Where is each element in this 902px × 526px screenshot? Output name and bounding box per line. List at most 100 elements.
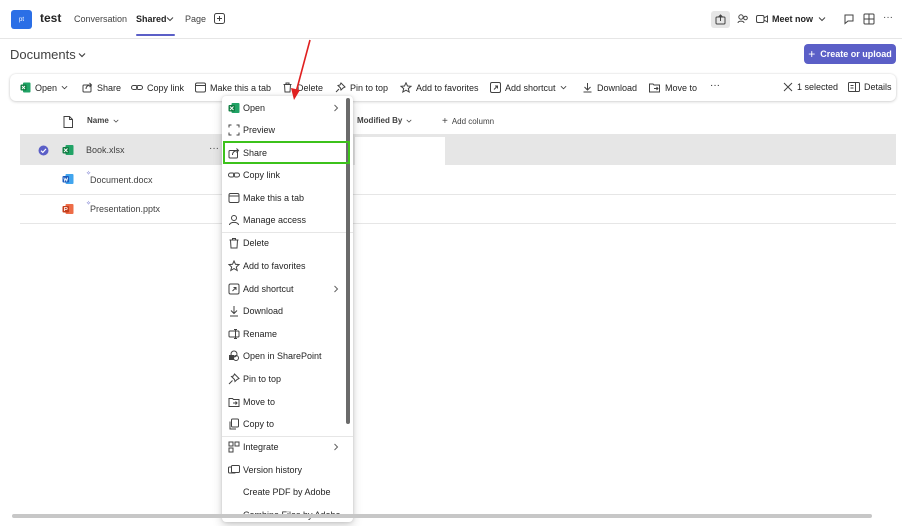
menu-item-delete[interactable]: Delete xyxy=(222,233,353,253)
details-label: Details xyxy=(864,82,892,92)
make-tab-label: Make this a tab xyxy=(210,82,272,93)
pin-to-top-button[interactable]: Pin to top xyxy=(335,82,388,93)
menu-item-open-in-sharepoint[interactable]: Open in SharePoint xyxy=(222,346,353,366)
create-or-upload-button[interactable]: + Create or upload xyxy=(804,44,896,64)
menu-item-label: Create PDF by Adobe xyxy=(243,487,331,497)
annotation-arrow xyxy=(286,38,316,104)
tab-page[interactable]: Page xyxy=(185,14,206,24)
link-icon xyxy=(131,82,143,93)
menu-item-label: Copy link xyxy=(243,170,281,180)
tab-shared[interactable]: Shared xyxy=(136,14,167,24)
share-screen-icon[interactable] xyxy=(711,11,730,28)
file-name[interactable]: Document.docx xyxy=(90,175,153,185)
menu-item-label: Open in SharePoint xyxy=(243,351,322,361)
open-button[interactable]: Open xyxy=(20,82,68,93)
file-type-icon[interactable] xyxy=(63,116,73,128)
menu-item-add-to-favorites[interactable]: Add to favorites xyxy=(222,256,353,276)
menu-item-label: Make this a tab xyxy=(243,193,305,203)
menu-item-pin-to-top[interactable]: Pin to top xyxy=(222,369,353,389)
details-icon xyxy=(848,82,860,92)
move-to-label: Move to xyxy=(665,82,698,93)
menu-item-label: Preview xyxy=(243,125,276,135)
copy-link-button[interactable]: Copy link xyxy=(131,82,184,93)
clear-selection-button[interactable]: 1 selected xyxy=(783,82,838,92)
more-actions-button[interactable]: ··· xyxy=(710,80,720,91)
row-more-icon[interactable]: ··· xyxy=(209,143,219,154)
shortcut-icon xyxy=(228,283,240,295)
column-header-modified-by[interactable]: Modified By xyxy=(357,116,412,125)
chat-icon[interactable] xyxy=(843,13,855,25)
move-icon xyxy=(228,396,240,408)
make-tab-button[interactable]: Make this a tab xyxy=(195,82,271,93)
header-divider xyxy=(20,134,896,135)
rename-icon xyxy=(228,328,240,340)
details-button[interactable]: Details xyxy=(848,82,892,92)
excel-icon xyxy=(20,82,31,93)
share-highlight-box xyxy=(223,141,350,164)
menu-item-add-shortcut[interactable]: Add shortcut xyxy=(222,279,353,299)
link-icon xyxy=(228,169,240,181)
tab-conversation[interactable]: Conversation xyxy=(74,14,127,24)
menu-item-label: Copy to xyxy=(243,419,275,429)
sharepoint-icon xyxy=(228,350,240,362)
chevron-down-icon xyxy=(406,118,412,124)
menu-item-label: Rename xyxy=(243,329,278,339)
selected-checkbox-icon[interactable] xyxy=(38,145,49,156)
horizontal-scrollbar[interactable] xyxy=(12,514,872,518)
share-icon xyxy=(82,82,93,93)
command-bar: Open Share Copy link Make this a tab Del… xyxy=(10,74,896,101)
chevron-down-icon[interactable] xyxy=(166,15,174,23)
file-name[interactable]: Presentation.pptx xyxy=(90,204,160,214)
menu-item-label: Move to xyxy=(243,397,276,407)
share-label: Share xyxy=(97,82,122,93)
preview-icon xyxy=(228,124,240,136)
tab-icon xyxy=(195,82,206,93)
meet-now-button[interactable]: Meet now xyxy=(756,11,813,27)
menu-item-rename[interactable]: Rename xyxy=(222,324,353,344)
integrate-icon xyxy=(228,441,240,453)
chevron-down-icon[interactable] xyxy=(818,15,826,23)
menu-item-copy-link[interactable]: Copy link xyxy=(222,165,353,185)
add-tab-icon[interactable] xyxy=(214,13,225,24)
copy-link-label: Copy link xyxy=(147,82,185,93)
download-button[interactable]: Download xyxy=(582,82,637,93)
apps-icon[interactable] xyxy=(863,13,875,25)
add-column-label: Add column xyxy=(451,117,495,126)
column-header-name[interactable]: Name xyxy=(87,116,119,125)
shortcut-icon xyxy=(490,82,501,93)
chevron-down-icon[interactable] xyxy=(78,51,86,59)
menu-item-create-pdf[interactable]: Create PDF by Adobe xyxy=(222,482,353,502)
menu-item-move-to[interactable]: Move to xyxy=(222,392,353,412)
add-shortcut-button[interactable]: Add shortcut xyxy=(490,82,567,93)
add-to-favorites-label: Add to favorites xyxy=(416,82,479,93)
menu-item-download[interactable]: Download xyxy=(222,301,353,321)
team-avatar[interactable]: pt xyxy=(11,10,32,29)
share-button[interactable]: Share xyxy=(82,82,121,93)
team-avatar-text: pt xyxy=(18,16,24,23)
menu-item-label: Add to favorites xyxy=(243,261,306,271)
move-to-button[interactable]: Move to xyxy=(649,82,697,93)
people-icon[interactable] xyxy=(737,13,749,25)
menu-item-copy-to[interactable]: Copy to xyxy=(222,414,353,434)
menu-item-version-history[interactable]: Version history xyxy=(222,460,353,480)
word-file-icon xyxy=(62,173,74,185)
table-row[interactable] xyxy=(20,135,896,165)
page-title: Documents xyxy=(10,47,76,62)
chevron-right-icon xyxy=(333,443,339,451)
team-name[interactable]: test xyxy=(40,11,61,25)
file-name[interactable]: Book.xlsx xyxy=(86,145,125,155)
column-modified-by-label: Modified By xyxy=(357,116,403,125)
more-options-icon[interactable]: ··· xyxy=(883,12,893,23)
menu-item-preview[interactable]: Preview xyxy=(222,120,353,140)
download-label: Download xyxy=(597,82,638,93)
menu-item-label: Delete xyxy=(243,238,270,248)
add-to-favorites-button[interactable]: Add to favorites xyxy=(400,82,479,93)
menu-item-manage-access[interactable]: Manage access xyxy=(222,210,353,230)
open-label: Open xyxy=(35,82,58,93)
meet-now-label: Meet now xyxy=(772,14,814,24)
excel-icon xyxy=(228,102,240,114)
add-column-button[interactable]: + Add column xyxy=(442,116,494,127)
menu-item-integrate[interactable]: Integrate xyxy=(222,437,353,457)
menu-item-label: Version history xyxy=(243,465,303,475)
menu-item-make-tab[interactable]: Make this a tab xyxy=(222,188,353,208)
